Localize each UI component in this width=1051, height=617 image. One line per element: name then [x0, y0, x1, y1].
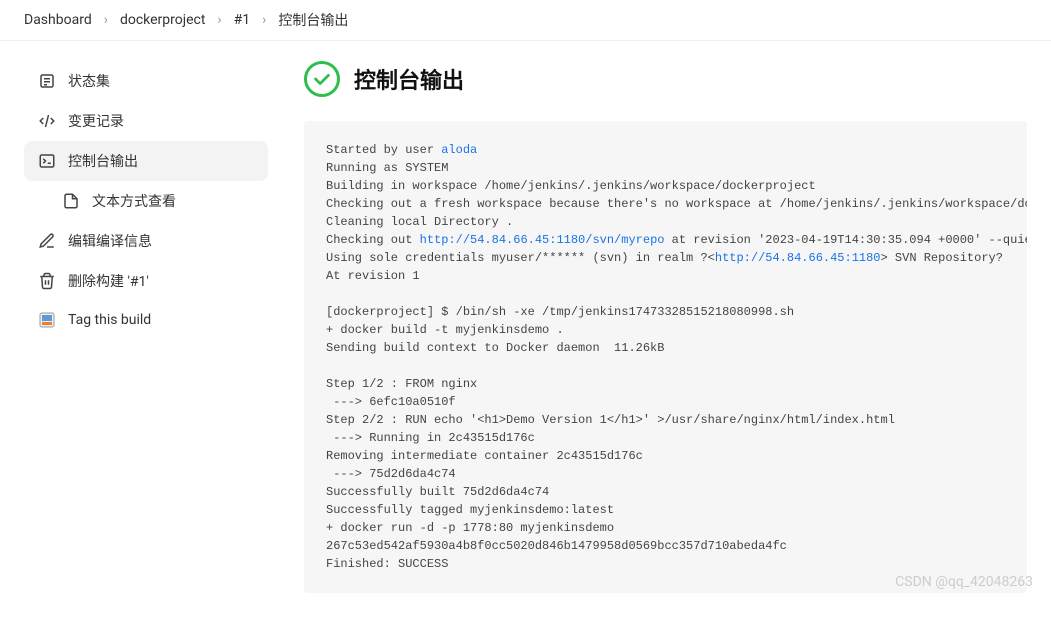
breadcrumb-item-build[interactable]: #1 — [234, 12, 251, 28]
sidebar-item-changes[interactable]: 变更记录 — [24, 101, 268, 141]
code-icon — [38, 112, 56, 130]
sidebar-item-delete-build[interactable]: 删除构建 '#1' — [24, 261, 268, 301]
success-icon — [304, 61, 340, 97]
breadcrumb-item-project[interactable]: dockerproject — [120, 12, 205, 28]
chevron-right-icon: › — [217, 12, 221, 28]
breadcrumb: Dashboard › dockerproject › #1 › 控制台输出 — [0, 0, 1051, 41]
sidebar-item-label: 状态集 — [68, 71, 110, 91]
realm-link[interactable]: http://54.84.66.45:1180 — [715, 251, 881, 265]
page-header: 控制台输出 — [304, 61, 1027, 97]
tag-icon — [38, 311, 56, 329]
page-title: 控制台输出 — [354, 63, 464, 95]
sidebar: 状态集 变更记录 控制台输出 文本方式查看 编辑编译信息 — [0, 61, 280, 617]
sidebar-item-edit-build[interactable]: 编辑编译信息 — [24, 221, 268, 261]
sidebar-item-label: 控制台输出 — [68, 151, 138, 171]
sidebar-item-label: 编辑编译信息 — [68, 231, 152, 251]
sidebar-item-status[interactable]: 状态集 — [24, 61, 268, 101]
chevron-right-icon: › — [104, 12, 108, 28]
trash-icon — [38, 272, 56, 290]
edit-icon — [38, 232, 56, 250]
console-output: Started by user aloda Running as SYSTEM … — [304, 121, 1027, 593]
sidebar-item-label: 删除构建 '#1' — [68, 271, 149, 291]
sidebar-item-tag-build[interactable]: Tag this build — [24, 301, 268, 339]
main-content: 控制台输出 Started by user aloda Running as S… — [280, 61, 1051, 617]
sidebar-item-plaintext[interactable]: 文本方式查看 — [24, 181, 268, 221]
list-icon — [38, 72, 56, 90]
sidebar-item-label: Tag this build — [68, 312, 151, 328]
svn-link[interactable]: http://54.84.66.45:1180/svn/myrepo — [420, 233, 665, 247]
sidebar-item-console[interactable]: 控制台输出 — [24, 141, 268, 181]
user-link[interactable]: aloda — [441, 143, 477, 157]
sidebar-item-label: 变更记录 — [68, 111, 124, 131]
terminal-icon — [38, 152, 56, 170]
document-icon — [62, 192, 80, 210]
breadcrumb-item-current: 控制台输出 — [278, 10, 348, 30]
sidebar-item-label: 文本方式查看 — [92, 191, 176, 211]
chevron-right-icon: › — [262, 12, 266, 28]
breadcrumb-item-dashboard[interactable]: Dashboard — [24, 12, 92, 28]
